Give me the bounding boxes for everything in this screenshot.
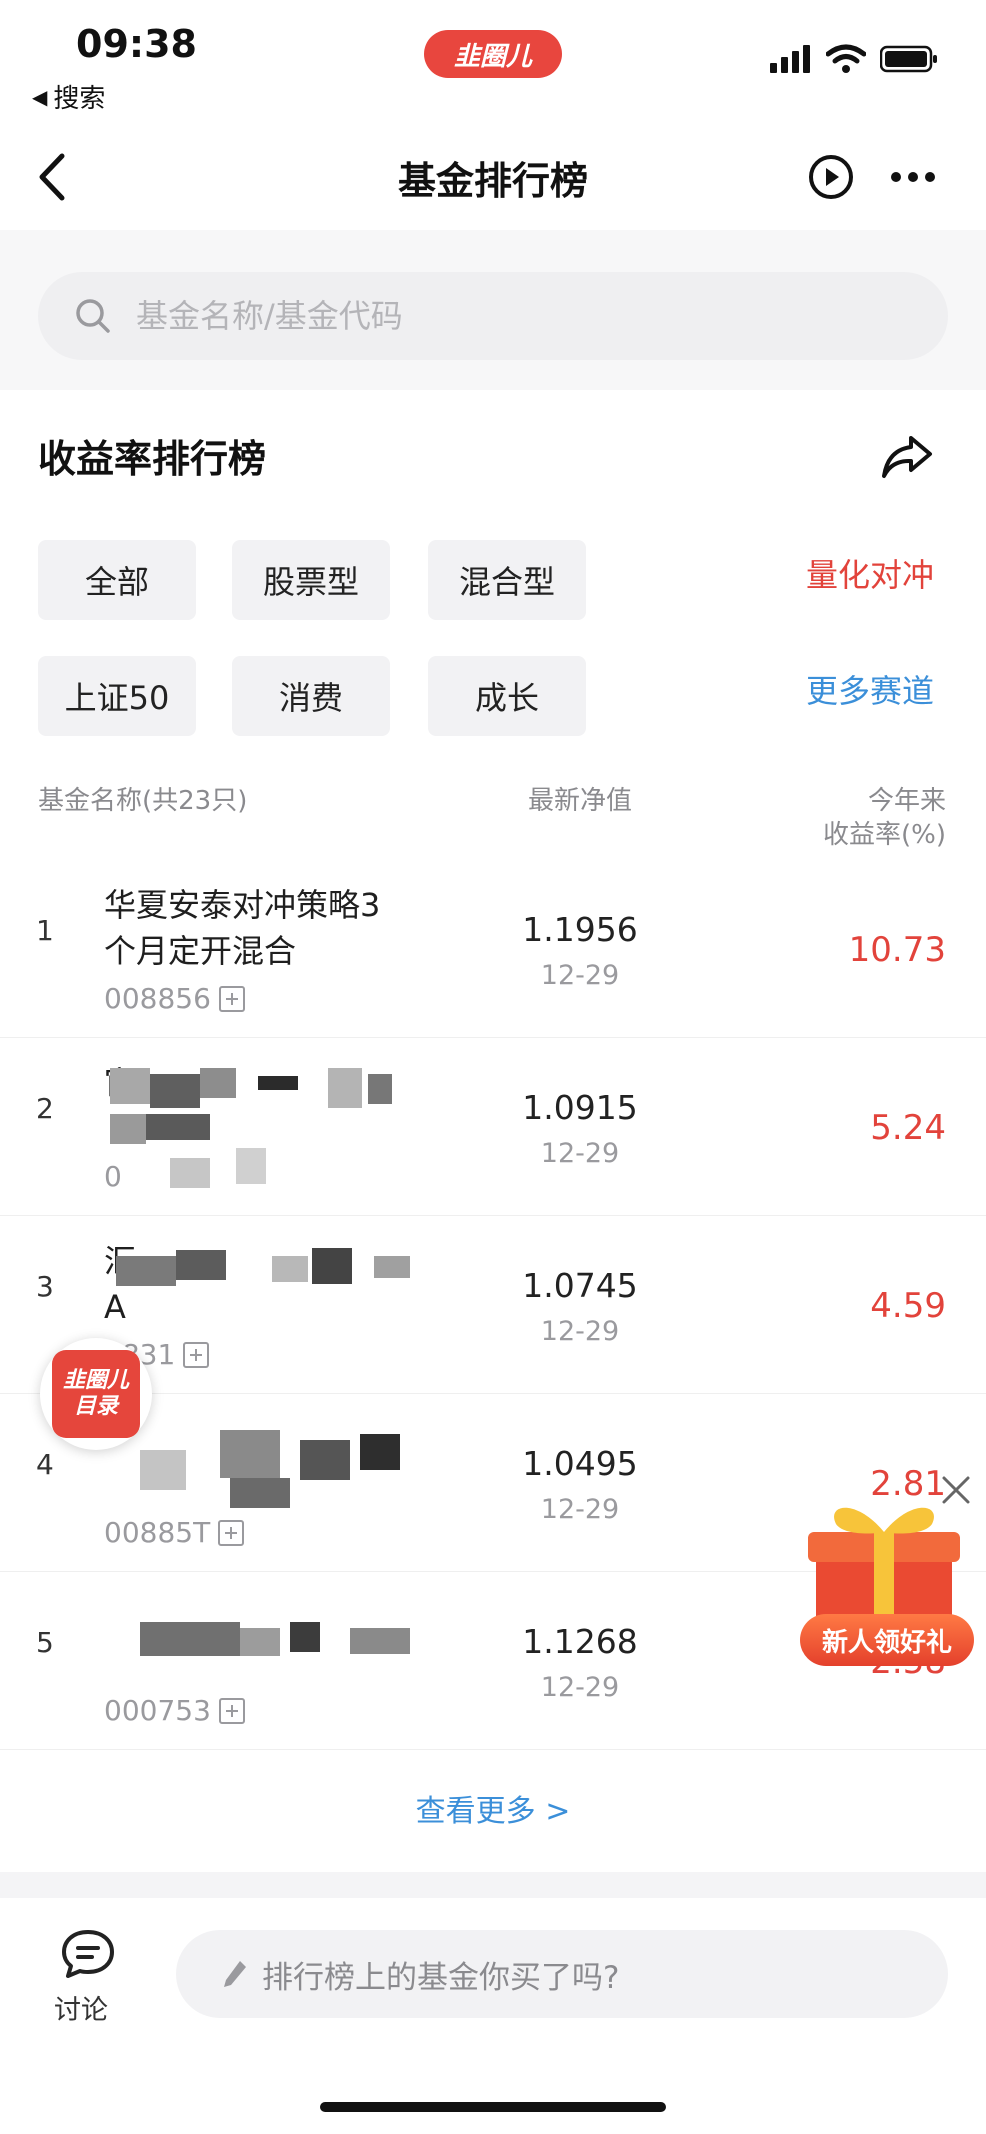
fund-nav-date: 12-29 [540, 960, 620, 991]
share-icon[interactable] [880, 432, 934, 482]
filter-chip-consumer[interactable]: 消费 [232, 656, 390, 736]
add-watchlist-icon[interactable] [218, 1697, 245, 1724]
fund-nav-date: 12-29 [540, 1138, 620, 1169]
wifi-icon [826, 44, 866, 73]
filter-chip-sse50[interactable]: 上证50 [38, 656, 196, 736]
fund-nav: 1.0495 [522, 1444, 638, 1483]
new-user-gift-label[interactable]: 新人领好礼 [800, 1614, 974, 1666]
section-separator [0, 1872, 986, 1898]
filter-quant-hedge-link[interactable]: 量化对冲 [806, 550, 934, 596]
fund-name: 华夏安泰对冲策略3 个月定开混合 [104, 882, 424, 974]
fund-nav: 1.1956 [522, 910, 638, 949]
add-watchlist-icon[interactable] [218, 985, 245, 1012]
table-row[interactable]: 2 宦 0 1.0915 12-29 5.24 [0, 1038, 986, 1216]
status-icons [770, 44, 938, 74]
see-more-link[interactable]: 查看更多 > [0, 1786, 986, 1830]
table-row[interactable]: 3 汇 A 3831 1.0745 12-29 4.59 [0, 1216, 986, 1394]
fund-nav: 1.0745 [522, 1266, 638, 1305]
signal-icon [770, 45, 810, 73]
add-watchlist-icon[interactable] [183, 1341, 210, 1368]
filter-chip-mixed[interactable]: 混合型 [428, 540, 586, 620]
catalog-badge-line2: 目录 [73, 1394, 118, 1419]
col-header-nav: 最新净值 [528, 786, 633, 816]
add-watchlist-icon[interactable] [218, 1519, 245, 1546]
catalog-badge-inner: 韭圈儿 目录 [52, 1350, 140, 1438]
fund-code: 0 [104, 1160, 122, 1193]
catalog-badge-line1: 韭圈儿 [62, 1368, 129, 1393]
section-title: 收益率排行榜 [38, 437, 267, 481]
gift-close-icon[interactable] [940, 1474, 972, 1506]
brand-pill: 韭圈儿 [424, 30, 562, 78]
pixelated-fund-name [110, 1068, 420, 1188]
home-indicator [320, 2102, 666, 2112]
search-icon [76, 299, 110, 333]
fund-nav: 1.1268 [522, 1622, 638, 1661]
rank-number: 2 [36, 1092, 54, 1125]
fund-code: 008856 [104, 982, 245, 1015]
fund-nav: 1.0915 [522, 1088, 638, 1127]
battery-icon [880, 45, 937, 73]
rank-number: 1 [36, 914, 54, 947]
pencil-icon [224, 1961, 246, 1987]
rank-number: 4 [36, 1448, 54, 1481]
rank-number: 5 [36, 1626, 54, 1659]
pixelated-fund-name [116, 1246, 426, 1306]
fund-code: 00885T [104, 1516, 245, 1549]
table-row[interactable]: 1 华夏安泰对冲策略3 个月定开混合 008856 1.1956 12-29 1… [0, 860, 986, 1038]
back-triangle-icon: ◀ [32, 84, 48, 109]
filter-chip-stock[interactable]: 股票型 [232, 540, 390, 620]
nav-bar: 基金排行榜 [0, 120, 986, 230]
fund-nav-date: 12-29 [540, 1494, 620, 1525]
search-input[interactable] [136, 297, 896, 335]
fund-code-text: 000753 [104, 1694, 211, 1727]
fund-return: 4.59 [870, 1286, 946, 1326]
more-tracks-link[interactable]: 更多赛道 [806, 666, 934, 712]
back-to-search-label: 搜索 [53, 84, 106, 114]
comment-placeholder: 排行榜上的基金你买了吗? [262, 1959, 620, 1996]
status-time: 09:38 [76, 22, 197, 66]
discuss-icon[interactable] [58, 1928, 118, 1982]
col-header-return-2: 收益率(%) [823, 820, 946, 850]
rank-number: 3 [36, 1270, 54, 1303]
floating-catalog-badge[interactable]: 韭圈儿 目录 [40, 1338, 152, 1450]
fund-name-line2: 个月定开混合 [104, 932, 297, 970]
fund-name-line1: 华夏安泰对冲策略3 [104, 886, 381, 924]
fund-return: 10.73 [848, 930, 946, 970]
fund-code: 000753 [104, 1694, 245, 1727]
col-header-return-1: 今年来 [867, 786, 946, 816]
filter-chip-growth[interactable]: 成长 [428, 656, 586, 736]
col-header-name: 基金名称(共23只) [38, 786, 248, 816]
more-icon[interactable] [890, 170, 936, 184]
status-bar: 09:38 ◀ 搜索 韭圈儿 [0, 0, 986, 120]
fund-code-text: 00885T [104, 1516, 211, 1549]
filter-chip-all[interactable]: 全部 [38, 540, 196, 620]
fund-code-text: 008856 [104, 982, 211, 1015]
pixelated-fund-name [140, 1430, 440, 1520]
pixelated-fund-name [140, 1622, 430, 1662]
play-icon[interactable] [808, 154, 854, 200]
fund-code-text: 0 [104, 1160, 122, 1193]
back-to-search-link[interactable]: ◀ 搜索 [32, 78, 105, 115]
discuss-label[interactable]: 讨论 [54, 1988, 108, 2027]
fund-return: 5.24 [870, 1108, 946, 1148]
search-bar[interactable] [38, 272, 948, 360]
fund-nav-date: 12-29 [540, 1316, 620, 1347]
fund-nav-date: 12-29 [540, 1672, 620, 1703]
comment-input[interactable]: 排行榜上的基金你买了吗? [176, 1930, 948, 2018]
